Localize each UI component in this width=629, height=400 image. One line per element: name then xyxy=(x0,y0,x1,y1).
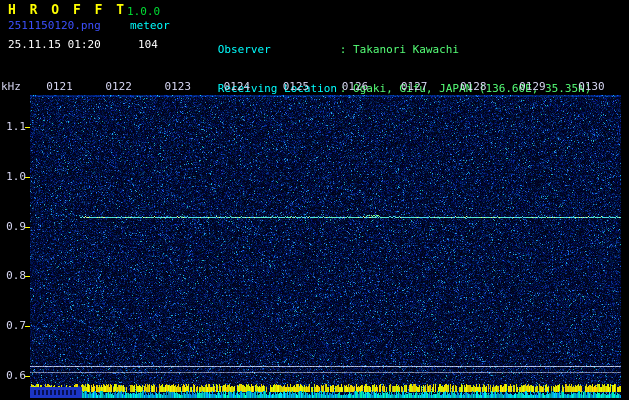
freq-tick xyxy=(25,177,30,178)
app-version: 1.0.0 xyxy=(127,5,161,18)
time-label: 0125 xyxy=(282,80,310,93)
time-label: 0122 xyxy=(105,80,132,93)
time-label: 0124 xyxy=(223,80,251,93)
info-row-observer: Observer : Takanori Kawachi xyxy=(178,30,591,56)
freq-label: 1.1 xyxy=(6,119,26,133)
freq-tick xyxy=(25,376,30,377)
freq-label: 1.0 xyxy=(6,169,26,183)
time-label: 0127 xyxy=(400,80,428,93)
freq-label: 0.6 xyxy=(6,369,26,383)
freq-unit-label: kHz xyxy=(1,80,21,93)
spectrogram-canvas xyxy=(30,95,621,398)
time-label: 0123 xyxy=(164,80,192,93)
freq-label: 0.7 xyxy=(6,319,26,333)
freq-label: 0.8 xyxy=(6,269,26,283)
info-value: : Takanori Kawachi xyxy=(339,43,459,56)
freq-tick xyxy=(25,276,30,277)
output-filename: 2511150120.png xyxy=(8,19,101,32)
freq-tick xyxy=(25,326,30,327)
info-label: Observer xyxy=(217,43,271,56)
time-label: 0121 xyxy=(46,80,73,93)
hrofft-window: H R O F F T 1.0.0 2511150120.png meteor … xyxy=(0,0,629,400)
time-label: 0126 xyxy=(341,80,369,93)
time-label: 0130 xyxy=(578,80,605,93)
freq-tick xyxy=(25,127,30,128)
app-title: H R O F F T xyxy=(8,3,128,18)
mode-label: meteor xyxy=(130,19,170,32)
time-label: 0129 xyxy=(519,80,546,93)
datetime-label: 25.11.15 01:20 xyxy=(8,38,101,51)
freq-label: 0.9 xyxy=(6,219,26,233)
count-value: 104 xyxy=(138,38,158,51)
time-label: 0128 xyxy=(460,80,487,93)
freq-tick xyxy=(25,227,30,228)
